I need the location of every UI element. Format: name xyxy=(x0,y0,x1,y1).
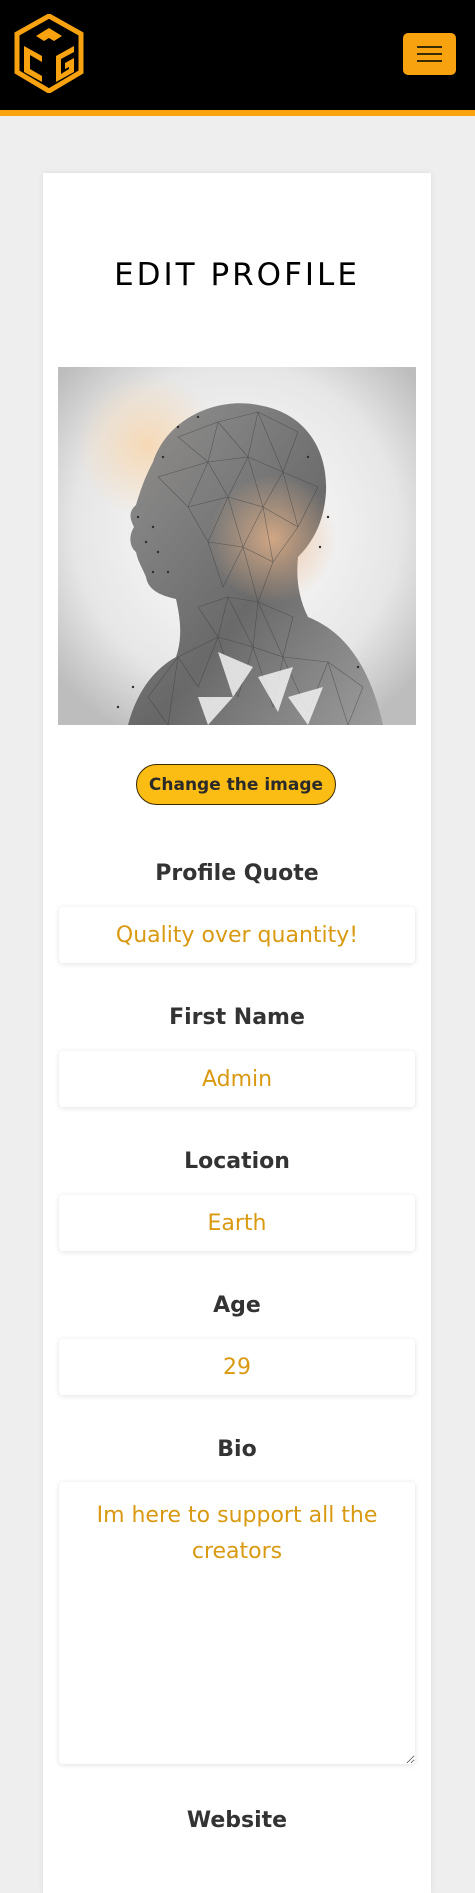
first-name-label: First Name xyxy=(169,1005,305,1030)
location-input[interactable] xyxy=(59,1195,415,1251)
menu-toggle-button[interactable] xyxy=(403,33,456,75)
profile-quote-label: Profile Quote xyxy=(155,861,319,886)
profile-quote-input[interactable] xyxy=(59,907,415,963)
bio-label: Bio xyxy=(217,1437,257,1462)
hamburger-icon xyxy=(417,46,442,48)
age-input[interactable] xyxy=(59,1339,415,1395)
cube-logo-icon[interactable] xyxy=(14,14,84,93)
first-name-input[interactable] xyxy=(59,1051,415,1107)
hamburger-icon-bar xyxy=(417,53,442,55)
edit-profile-card: EDIT PROFILE Change the image Profile Qu… xyxy=(43,173,431,1893)
bio-textarea[interactable]: Im here to support all the creators xyxy=(59,1482,415,1764)
change-image-button[interactable]: Change the image xyxy=(136,764,336,805)
website-label: Website xyxy=(186,1808,288,1833)
location-label: Location xyxy=(184,1149,290,1174)
page-title: EDIT PROFILE xyxy=(114,257,360,293)
hamburger-icon-bar xyxy=(417,60,442,62)
profile-image xyxy=(58,367,416,725)
age-label: Age xyxy=(213,1293,261,1318)
navbar xyxy=(0,0,475,116)
